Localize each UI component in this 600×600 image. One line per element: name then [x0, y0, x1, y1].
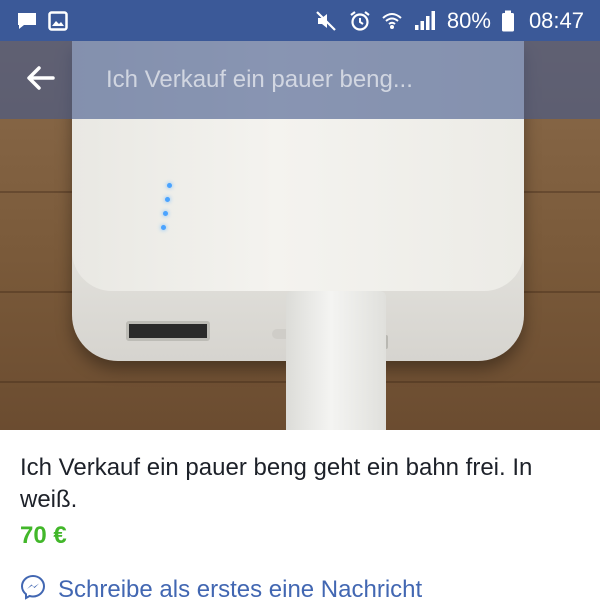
wifi-icon [381, 10, 403, 32]
listing-details: Ich Verkauf ein pauer beng geht ein bahn… [0, 430, 600, 600]
listing-title: Ich Verkauf ein pauer beng geht ein bahn… [20, 454, 533, 513]
listing-price: 70 € [20, 522, 67, 549]
battery-icon [501, 10, 515, 32]
mute-icon [315, 10, 339, 32]
clock: 08:47 [528, 7, 584, 33]
status-bar-left [16, 10, 68, 31]
usb-port [126, 321, 210, 341]
image-notification-icon [48, 10, 68, 31]
chat-notification-icon [16, 11, 38, 31]
status-bar: 80% 08:47 [0, 0, 600, 41]
app-bar: Ich Verkauf ein pauer beng... [0, 41, 600, 119]
led-indicator [161, 225, 166, 230]
signal-icon [413, 10, 437, 32]
message-cta-label: Schreibe als erstes eine Nachricht [58, 575, 423, 600]
status-bar-right: 80% 08:47 [315, 8, 584, 34]
led-indicator [167, 183, 172, 188]
back-arrow-icon [25, 65, 55, 96]
usb-cable [286, 291, 386, 430]
alarm-icon [349, 10, 371, 32]
message-seller-link[interactable]: Schreibe als erstes eine Nachricht [20, 574, 422, 600]
back-button[interactable] [0, 41, 80, 119]
led-indicator [163, 211, 168, 216]
page-title: Ich Verkauf ein pauer beng... [106, 66, 413, 93]
battery-percent: 80% [446, 7, 491, 33]
messenger-icon [20, 574, 46, 600]
led-indicator [165, 197, 170, 202]
